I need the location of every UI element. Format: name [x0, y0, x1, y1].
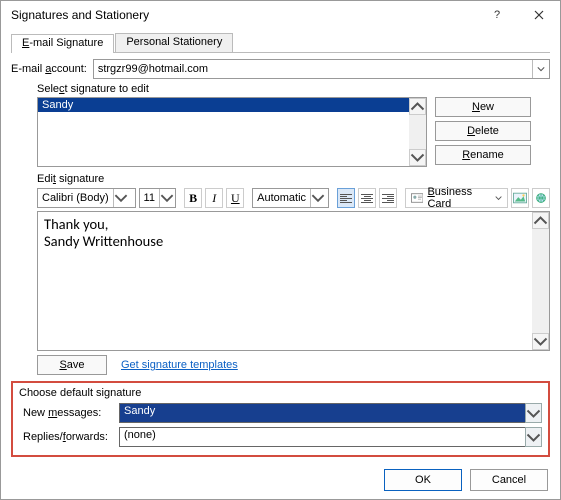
font-size-combo[interactable]: 11: [139, 188, 177, 208]
help-button[interactable]: ?: [476, 1, 518, 29]
italic-button[interactable]: I: [205, 188, 223, 208]
scroll-down-icon[interactable]: [532, 333, 549, 350]
chevron-down-icon[interactable]: [532, 60, 549, 78]
new-button[interactable]: New: [435, 97, 531, 117]
picture-icon: [513, 192, 527, 204]
signature-list-item[interactable]: Sandy: [38, 98, 409, 112]
format-toolbar: Calibri (Body) 11 B I U Automatic: [37, 187, 550, 209]
new-messages-combo[interactable]: Sandy: [119, 403, 542, 423]
email-account-value: strgzr99@hotmail.com: [94, 63, 532, 75]
business-card-icon: [411, 192, 423, 204]
email-account-combo[interactable]: strgzr99@hotmail.com: [93, 59, 550, 79]
new-messages-label: New messages:: [19, 407, 119, 419]
signature-editor[interactable]: Thank you, Sandy Writtenhouse: [37, 211, 550, 351]
scrollbar[interactable]: [409, 98, 426, 166]
delete-button[interactable]: Delete: [435, 121, 531, 141]
window-title: Signatures and Stationery: [11, 8, 476, 22]
close-button[interactable]: [518, 1, 560, 29]
get-templates-link[interactable]: Get signature templates: [121, 359, 238, 371]
select-signature-label: Select signature to edit: [37, 83, 550, 95]
email-account-label: E-mail account:: [11, 63, 87, 75]
replies-forwards-label: Replies/forwards:: [19, 431, 119, 443]
chevron-down-icon[interactable]: [525, 403, 542, 423]
dialog-window: Signatures and Stationery ? E-mail Signa…: [0, 0, 561, 500]
signature-listbox[interactable]: Sandy: [37, 97, 427, 167]
chevron-down-icon[interactable]: [310, 189, 325, 207]
tab-email-signature[interactable]: E-mail Signature: [11, 34, 114, 53]
insert-hyperlink-button[interactable]: [532, 188, 550, 208]
scroll-up-icon[interactable]: [409, 98, 426, 115]
titlebar: Signatures and Stationery ?: [1, 1, 560, 29]
link-icon: [534, 192, 548, 204]
save-button[interactable]: Save: [37, 355, 107, 375]
tab-strip: E-mail Signature Personal Stationery: [11, 33, 550, 53]
rename-button[interactable]: Rename: [435, 145, 531, 165]
cancel-button[interactable]: Cancel: [470, 469, 548, 491]
replies-forwards-combo[interactable]: (none): [119, 427, 542, 447]
chevron-down-icon[interactable]: [113, 189, 128, 207]
scroll-down-icon[interactable]: [409, 149, 426, 166]
align-left-button[interactable]: [337, 188, 355, 208]
align-center-button[interactable]: [358, 188, 376, 208]
choose-default-signature-group: Choose default signature New messages: S…: [11, 381, 550, 457]
edit-signature-label: Edit signature: [37, 173, 550, 185]
signature-text[interactable]: Thank you, Sandy Writtenhouse: [38, 212, 532, 350]
bold-button[interactable]: B: [184, 188, 202, 208]
align-right-button[interactable]: [379, 188, 397, 208]
chevron-down-icon[interactable]: [525, 427, 542, 447]
ok-button[interactable]: OK: [384, 469, 462, 491]
business-card-button[interactable]: Business Card: [405, 188, 508, 208]
insert-picture-button[interactable]: [511, 188, 529, 208]
chevron-down-icon[interactable]: [159, 189, 174, 207]
scrollbar[interactable]: [532, 212, 549, 350]
scroll-up-icon[interactable]: [532, 212, 549, 229]
choose-default-header: Choose default signature: [19, 387, 542, 399]
tab-personal-stationery[interactable]: Personal Stationery: [115, 33, 233, 52]
font-color-combo[interactable]: Automatic: [252, 188, 329, 208]
font-combo[interactable]: Calibri (Body): [37, 188, 136, 208]
underline-button[interactable]: U: [226, 188, 244, 208]
